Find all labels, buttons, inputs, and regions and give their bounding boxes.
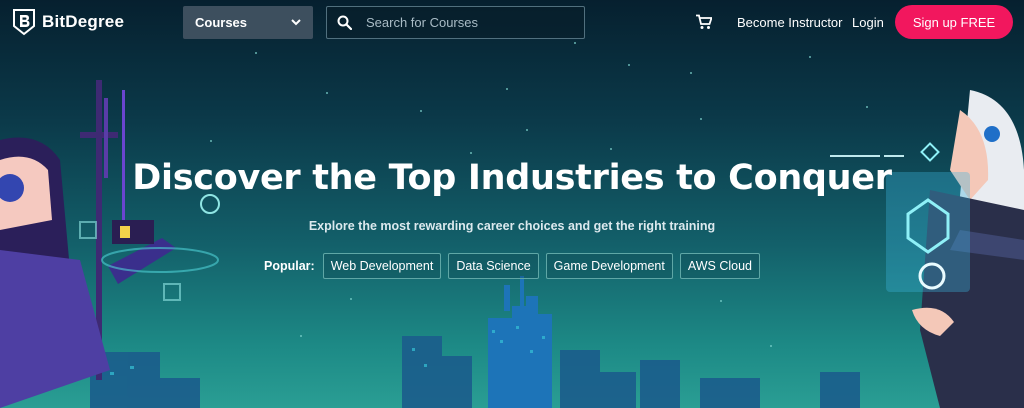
chip-web-development[interactable]: Web Development (322, 253, 442, 279)
chip-data-science[interactable]: Data Science (448, 253, 539, 279)
chip-aws-cloud[interactable]: AWS Cloud (679, 253, 760, 279)
popular-topics: Popular: Web Development Data Science Ga… (264, 253, 760, 279)
search-bar (326, 6, 585, 39)
brand-logo[interactable]: BitDegree (12, 8, 124, 36)
login-link[interactable]: Login (852, 15, 884, 30)
search-icon[interactable] (337, 15, 352, 30)
hero-title: Discover the Top Industries to Conquer (132, 158, 892, 198)
brand-name: BitDegree (42, 12, 125, 31)
become-instructor-link[interactable]: Become Instructor (737, 15, 843, 30)
chevron-down-icon (291, 19, 301, 26)
cart-icon[interactable] (696, 14, 712, 30)
courses-dropdown[interactable]: Courses (183, 6, 313, 39)
left-character-illustration (0, 80, 220, 408)
right-character-illustration (830, 90, 1024, 408)
popular-label: Popular: (264, 259, 315, 273)
bitdegree-shield-logo-icon (13, 9, 35, 36)
chip-game-development[interactable]: Game Development (545, 253, 673, 279)
signup-button[interactable]: Sign up FREE (895, 5, 1013, 39)
top-navigation-bar: BitDegree Courses Become Instructor Logi… (0, 0, 1024, 44)
hero-subtitle: Explore the most rewarding career choice… (308, 219, 716, 233)
courses-dropdown-label: Courses (195, 15, 248, 30)
search-input[interactable] (366, 15, 566, 30)
